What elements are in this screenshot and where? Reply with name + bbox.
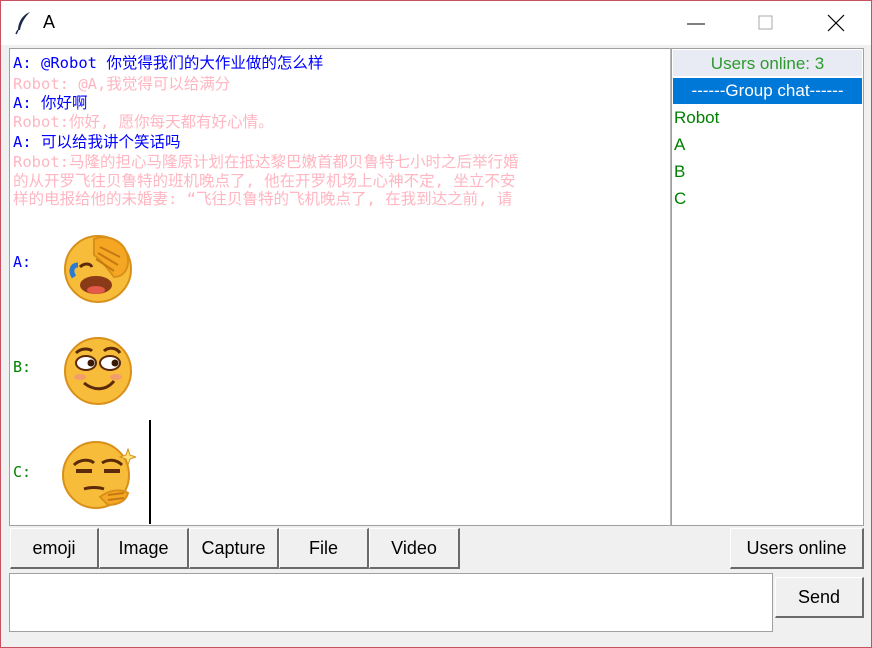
emoji-sender-label: B: [13, 358, 32, 376]
capture-button[interactable]: Capture [189, 528, 279, 569]
chat-message: Robot: @A,我觉得可以给满分 [13, 75, 231, 93]
chat-window: A A: @Robot 你觉得我们的大作业做的怎么样 Robot: @A,我觉得… [0, 0, 872, 648]
window-title: A [43, 12, 56, 32]
minimize-icon [687, 23, 705, 25]
feather-icon [15, 12, 30, 35]
emoji-button[interactable]: emoji [10, 528, 99, 569]
smirk-emoji-icon [64, 337, 132, 405]
chat-message: A: 你好啊 [13, 94, 88, 112]
chat-message: A: @Robot 你觉得我们的大作业做的怎么样 [13, 54, 324, 72]
emoji-sender-label: A: [13, 253, 32, 271]
sidebar-item-robot[interactable]: Robot [673, 105, 863, 131]
sidebar-item-a[interactable]: A [673, 132, 863, 158]
minimize-button[interactable] [661, 1, 731, 45]
users-online-button[interactable]: Users online [730, 528, 864, 569]
maximize-button[interactable] [731, 1, 801, 45]
sidebar-item-b[interactable]: B [673, 159, 863, 185]
users-online-header: Users online: 3 [673, 50, 862, 76]
chat-message: Robot:你好, 愿你每天都有好心情。 [13, 113, 274, 131]
emoji-sender-label: C: [13, 463, 32, 481]
sidebar-item-c[interactable]: C [673, 186, 863, 212]
close-icon [827, 14, 845, 32]
video-button[interactable]: Video [369, 528, 460, 569]
title-bar[interactable]: A [1, 1, 871, 45]
image-button[interactable]: Image [99, 528, 189, 569]
chat-message: 样的电报给他的未婚妻: “飞往贝鲁特的飞机晚点了, 在我到达之前, 请 [13, 190, 513, 208]
close-button[interactable] [801, 1, 871, 45]
chat-history[interactable]: A: @Robot 你觉得我们的大作业做的怎么样 Robot: @A,我觉得可以… [9, 48, 671, 526]
message-input[interactable] [9, 573, 773, 632]
maximize-icon [758, 15, 773, 30]
text-cursor [149, 420, 151, 524]
file-button[interactable]: File [279, 528, 369, 569]
thinking-cool-emoji-icon [62, 441, 136, 509]
chat-message: 的从开罗飞往贝鲁特的班机晚点了, 他在开罗机场上心神不定, 坐立不安 [13, 172, 516, 190]
users-online-panel[interactable]: Users online: 3 ------Group chat------ R… [671, 48, 864, 526]
chat-message: Robot:马隆的担心马隆原计划在抵达黎巴嫩首都贝鲁特七小时之后举行婚 [13, 153, 519, 171]
chat-message: A: 可以给我讲个笑话吗 [13, 133, 181, 151]
send-button[interactable]: Send [775, 577, 864, 618]
facepalm-laugh-emoji-icon [64, 235, 132, 303]
sidebar-item-group-chat[interactable]: ------Group chat------ [673, 78, 862, 104]
